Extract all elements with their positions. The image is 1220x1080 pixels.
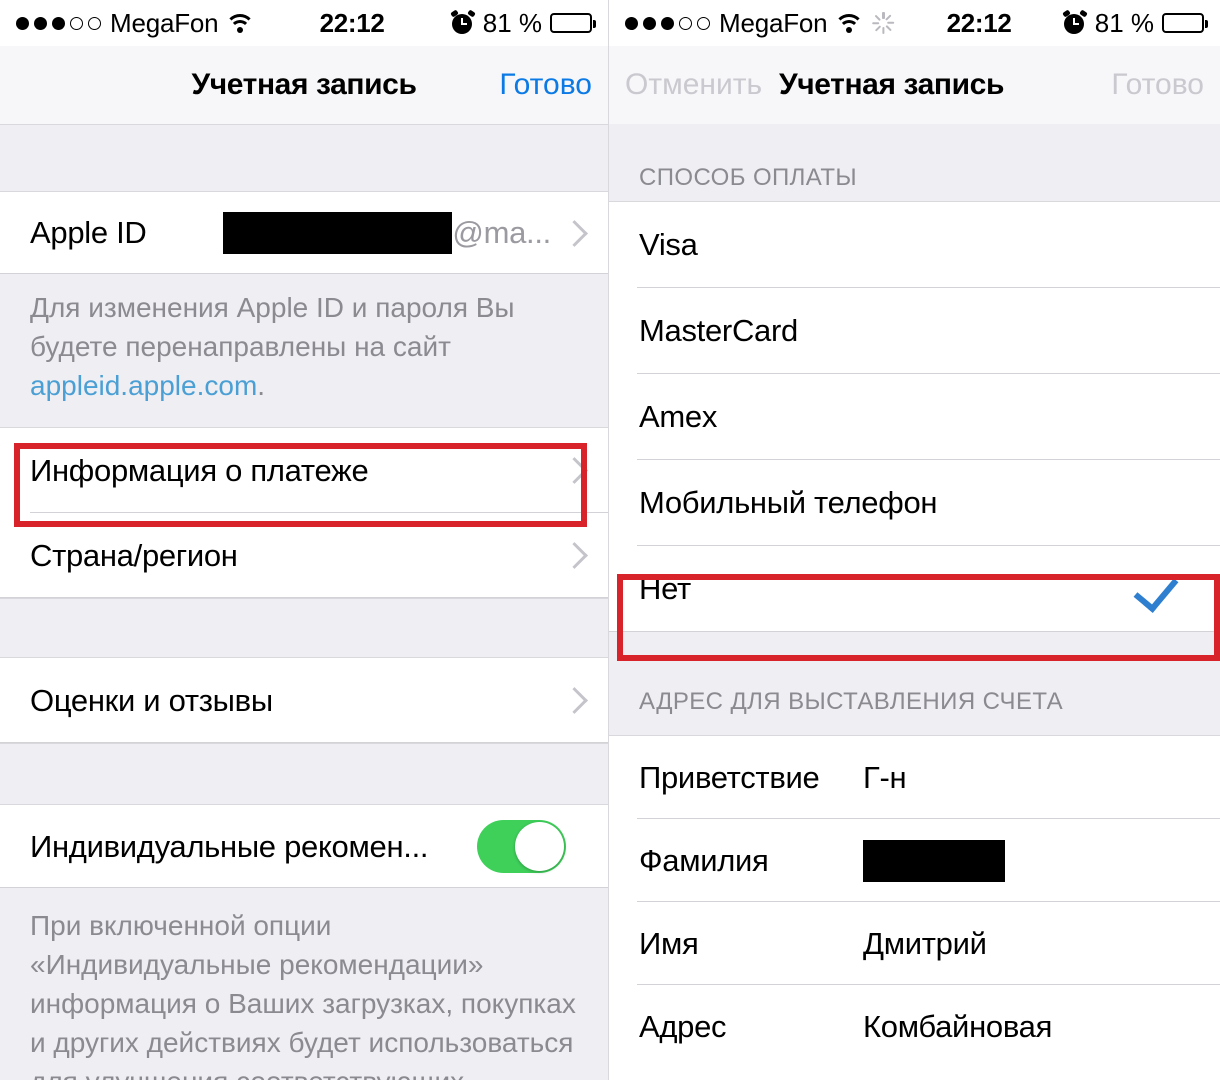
status-bar-left-group: MegaFon (625, 8, 895, 39)
payment-section-header: СПОСОБ ОПЛАТЫ (609, 124, 1220, 202)
payment-info-row[interactable]: Информация о платеже (0, 428, 608, 513)
chevron-right-icon (561, 542, 588, 569)
payment-option-label: MasterCard (639, 313, 798, 348)
appleid-link[interactable]: appleid.apple.com (30, 370, 257, 401)
payment-option-label: Мобильный телефон (639, 485, 938, 520)
billing-field-salutation[interactable]: Приветствие Г-н (609, 736, 1220, 819)
personal-recommendations-row[interactable]: Индивидуальные рекомен... (0, 805, 608, 888)
payment-option-mastercard[interactable]: MasterCard (609, 288, 1220, 374)
battery-percent: 81 % (1094, 7, 1154, 38)
payment-option-label: Amex (639, 399, 718, 434)
payment-option-mobile-phone[interactable]: Мобильный телефон (609, 460, 1220, 546)
right-screen: MegaFon 22:12 81 % Отменить Учетная запи… (609, 0, 1220, 1080)
country-region-row[interactable]: Страна/регион (0, 513, 608, 598)
payment-option-label: Visa (639, 227, 698, 262)
mid-gap (0, 598, 608, 658)
battery-percent: 81 % (482, 7, 542, 38)
page-title: Учетная запись (779, 68, 1004, 101)
billing-field-firstname[interactable]: Имя Дмитрий (609, 902, 1220, 985)
payment-info-label: Информация о платеже (30, 452, 369, 488)
apple-id-redaction (223, 212, 453, 254)
status-bar-right: MegaFon 22:12 81 % (609, 0, 1220, 46)
status-bar-center-group: 22:12 (253, 8, 450, 39)
chevron-right-icon (561, 219, 588, 247)
payment-option-none[interactable]: Нет (609, 546, 1220, 632)
billing-field-lastname[interactable]: Фамилия (609, 819, 1220, 902)
country-region-label: Страна/регион (30, 537, 238, 573)
recommendations-footnote: При включенной опции «Индивидуальные рек… (0, 888, 608, 1080)
left-screen: MegaFon 22:12 81 % Учетная запись Готово… (0, 0, 609, 1080)
footnote-line-1: Для изменения Apple ID и пароля Вы (30, 292, 515, 323)
payment-option-label: Нет (639, 571, 691, 606)
status-bar-left: MegaFon 22:12 81 % (0, 0, 608, 46)
billing-field-value: Дмитрий (863, 925, 987, 961)
done-button[interactable]: Готово (1111, 68, 1204, 102)
battery-icon (550, 13, 596, 33)
payment-option-amex[interactable]: Amex (609, 374, 1220, 460)
apple-id-row[interactable]: Apple ID @ma... (0, 192, 608, 274)
activity-spinner-icon (871, 11, 895, 35)
billing-field-label: Адрес (639, 1008, 727, 1044)
ratings-reviews-label: Оценки и отзывы (30, 682, 273, 718)
apple-id-value-suffix: @ma... (452, 215, 551, 250)
alarm-clock-icon (449, 9, 476, 35)
battery-icon (1162, 13, 1208, 33)
wifi-icon (834, 13, 865, 33)
billing-field-value: Г-н (863, 759, 907, 795)
chevron-right-icon (561, 687, 588, 714)
payment-option-visa[interactable]: Visa (609, 202, 1220, 288)
left-navbar: Учетная запись Готово (0, 46, 608, 124)
done-button[interactable]: Готово (499, 68, 592, 102)
apple-id-label: Apple ID (30, 215, 147, 250)
lower-gap (0, 743, 608, 805)
top-gap (0, 124, 608, 192)
clock-time: 22:12 (946, 7, 1012, 38)
right-navbar: Отменить Учетная запись Готово (609, 46, 1220, 124)
apple-id-footnote: Для изменения Apple ID и пароля Вы будет… (0, 274, 608, 428)
footnote-period: . (257, 370, 266, 401)
lastname-redaction (863, 839, 1005, 882)
billing-field-address[interactable]: Адрес Комбайновая (609, 985, 1220, 1068)
dual-screenshot-container: MegaFon 22:12 81 % Учетная запись Готово… (0, 0, 1220, 1080)
ratings-reviews-row[interactable]: Оценки и отзывы (0, 658, 608, 743)
billing-field-label: Имя (639, 925, 699, 961)
footnote-line-2: будете перенаправлены на сайт (30, 331, 451, 362)
clock-time: 22:12 (319, 7, 385, 38)
billing-field-value: Комбайновая (863, 1008, 1053, 1044)
wifi-icon (225, 13, 256, 33)
chevron-right-icon (561, 457, 588, 484)
billing-field-label: Приветствие (639, 759, 820, 795)
carrier-name: MegaFon (110, 7, 219, 38)
carrier-name: MegaFon (719, 7, 828, 38)
billing-section-header: АДРЕС ДЛЯ ВЫСТАВЛЕНИЯ СЧЕТА (609, 632, 1220, 736)
billing-field-label: Фамилия (639, 842, 769, 878)
alarm-clock-icon (1061, 9, 1088, 35)
personal-recommendations-toggle[interactable] (477, 820, 566, 873)
cancel-button[interactable]: Отменить (625, 68, 762, 102)
signal-strength-icon (16, 16, 101, 30)
signal-strength-icon (625, 16, 710, 30)
status-bar-center-group: 22:12 (895, 8, 1062, 39)
status-bar-right-group: 81 % (449, 7, 596, 39)
status-bar-right-group: 81 % (1061, 7, 1208, 39)
personal-recommendations-label: Индивидуальные рекомен... (30, 828, 429, 864)
status-bar-left-group: MegaFon (16, 7, 256, 39)
check-icon (1133, 565, 1179, 613)
